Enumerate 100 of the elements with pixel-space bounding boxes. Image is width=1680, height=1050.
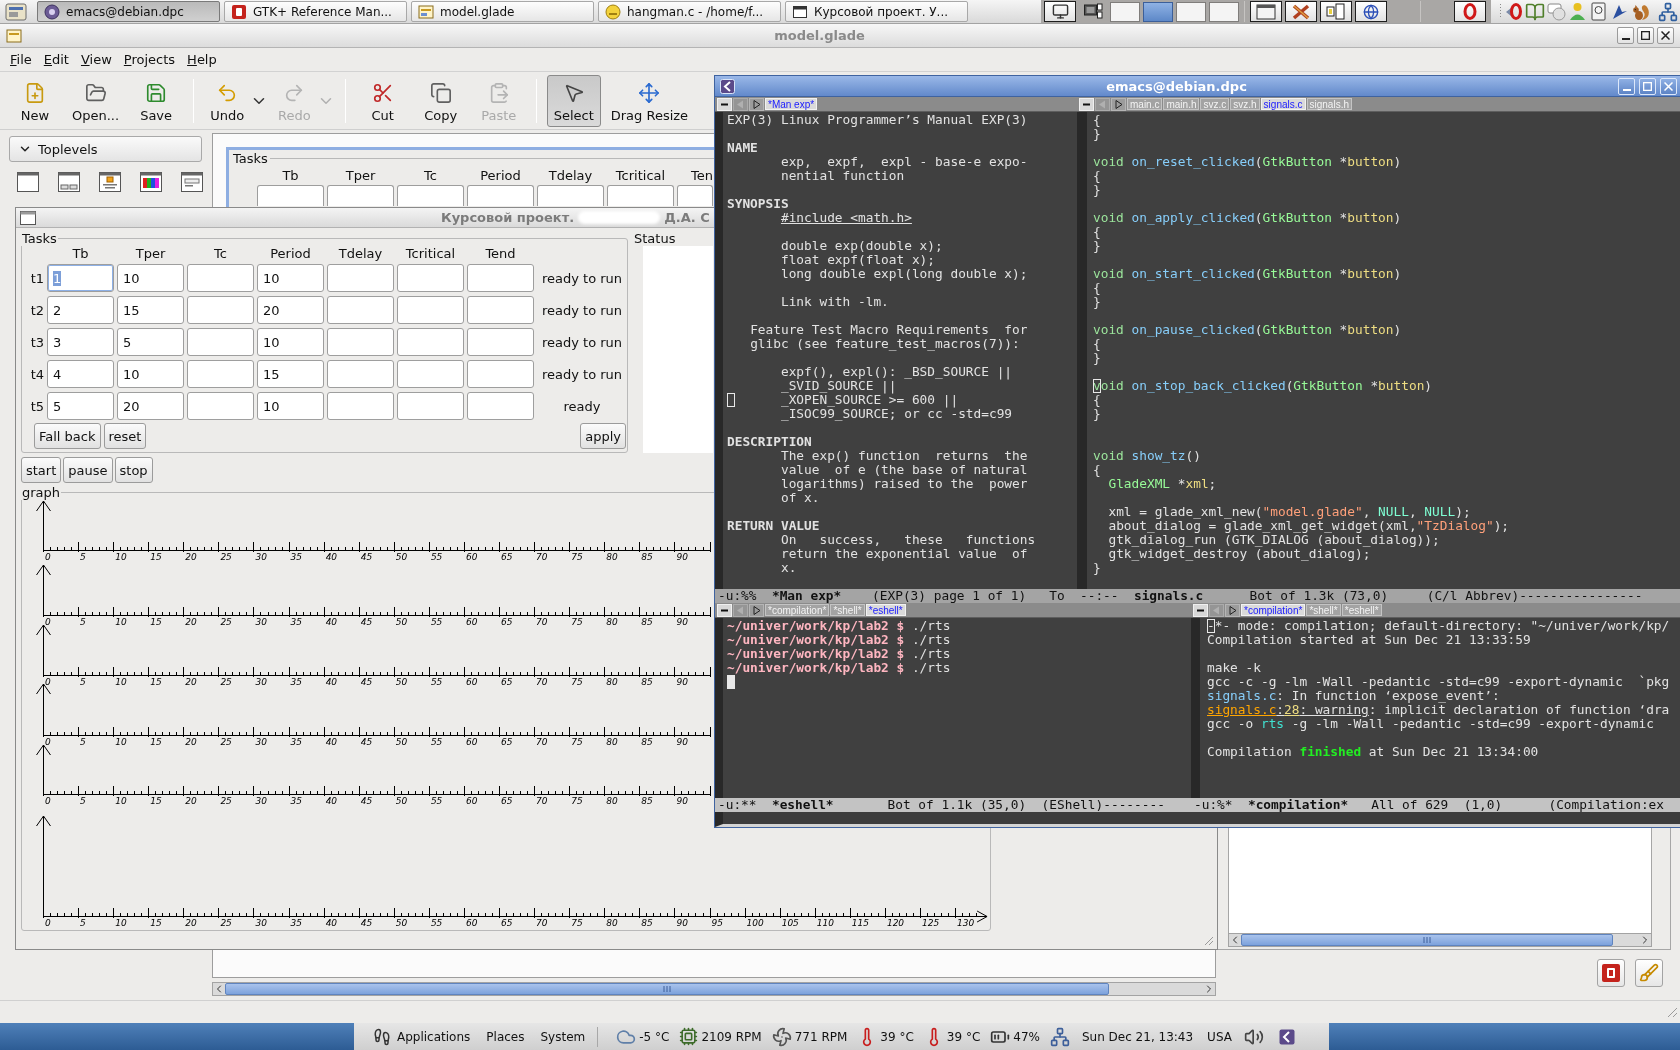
network-icon[interactable] [1658,1,1678,22]
speech-bubble-icon[interactable] [1547,2,1566,21]
minus-icon[interactable] [1079,98,1094,111]
push-button[interactable]: pause [63,457,113,483]
maximize-button[interactable] [1637,27,1654,44]
keyboard-layout[interactable]: USA [1207,1029,1232,1044]
about-dialog-icon[interactable] [98,171,122,193]
launcher-button[interactable] [1285,1,1317,22]
clear-button[interactable] [1635,959,1663,987]
panel-menu[interactable]: Places [486,1029,525,1044]
show-desktop-button[interactable] [1044,1,1076,22]
launcher-button[interactable] [1454,1,1486,22]
input-field[interactable]: 5 [47,392,114,420]
form-dialog-icon[interactable] [180,171,204,193]
window-menu-icon[interactable] [5,2,27,21]
taskbar-button[interactable]: Курсовой проект. У... [785,1,968,22]
panel-menu[interactable]: Applications [397,1029,471,1044]
entry-field[interactable] [397,185,464,206]
input-field[interactable] [397,296,464,324]
push-button[interactable]: start [21,457,62,483]
apply-button[interactable]: apply [580,423,626,449]
input-field[interactable] [187,296,254,324]
toolbar-button[interactable]: Select [546,74,601,127]
color-dialog-icon[interactable] [139,171,163,193]
input-field[interactable] [187,392,254,420]
input-field[interactable] [327,264,394,292]
input-field[interactable]: 15 [117,296,184,324]
input-field[interactable]: 10 [257,328,324,356]
input-field[interactable]: 20 [117,392,184,420]
workspace-thumbnail[interactable] [1209,1,1239,22]
input-field[interactable]: 5 [117,328,184,356]
taskbar-button[interactable]: emacs@debian.dpc [37,1,220,22]
minus-icon[interactable] [717,604,732,617]
person-icon[interactable] [1568,2,1587,21]
toolbar-button[interactable]: Save [129,74,184,127]
help-button[interactable] [1597,959,1625,987]
input-field[interactable] [327,296,394,324]
workspace-thumbnail[interactable] [1176,1,1206,22]
input-field[interactable]: 2 [47,296,114,324]
input-field[interactable]: 3 [47,328,114,356]
menu-item[interactable]: Projects [117,52,182,67]
scrollbar-thumb[interactable] [1241,934,1614,946]
workspace-thumbnail[interactable] [1143,1,1173,22]
launcher-button[interactable] [1355,1,1387,22]
toolbar-button[interactable]: Open... [66,74,126,127]
vertical-scrollbar[interactable] [1077,112,1087,589]
buffer-tab[interactable]: *eshell* [865,604,906,616]
app-icon[interactable] [1278,1028,1295,1045]
menu-item[interactable]: Edit [37,52,75,67]
input-field[interactable] [327,360,394,388]
input-field[interactable]: 10 [117,264,184,292]
input-field[interactable] [187,360,254,388]
input-field[interactable] [187,264,254,292]
panel-menu[interactable]: System [540,1029,586,1044]
minimize-button[interactable] [1617,27,1634,44]
menu-item[interactable]: View [74,52,118,67]
menu-item[interactable]: Help [181,52,223,67]
vertical-scrollbar[interactable] [1191,618,1200,798]
push-button[interactable]: Fall back [34,423,101,449]
dialog-widget-icon[interactable] [57,171,81,193]
vertical-scrollbar[interactable] [715,618,723,798]
input-field[interactable] [187,328,254,356]
resize-grip-icon[interactable] [1668,1007,1677,1017]
entry-field[interactable] [607,185,674,206]
input-field[interactable]: 10 [257,392,324,420]
push-button[interactable]: stop [114,457,153,483]
scrollbar-thumb[interactable] [225,983,1109,995]
minus-icon[interactable] [1193,604,1208,617]
input-field[interactable] [397,360,464,388]
buffer-tab[interactable]: *Man exp* [765,98,818,110]
ring-icon[interactable] [1504,2,1523,21]
input-field[interactable] [327,328,394,356]
input-field[interactable] [397,328,464,356]
toolbar-button[interactable]: New [8,74,62,127]
vertical-scrollbar[interactable] [715,112,723,589]
taskbar-button[interactable]: GTK+ Reference Man... [224,1,407,22]
toolbar-button[interactable]: Undo [204,74,251,127]
input-field[interactable] [397,392,464,420]
palette-group-header[interactable]: Toplevels [9,136,202,162]
window-widget-icon[interactable] [16,171,40,193]
clock[interactable]: Sun Dec 21, 13:43 [1081,1029,1194,1044]
toolbar-button[interactable]: Drag Resize [604,74,695,127]
minus-icon[interactable] [717,98,732,111]
buffer-tab[interactable]: signals.c [1260,98,1306,110]
taskbar-button[interactable]: hangman.c - /home/f... [598,1,781,22]
input-field[interactable] [467,264,534,292]
footprint-icon[interactable] [373,1027,391,1046]
input-field[interactable]: 20 [257,296,324,324]
input-field[interactable]: 15 [257,360,324,388]
input-field[interactable]: 10 [257,264,324,292]
entry-field[interactable] [257,185,324,206]
push-button[interactable]: reset [103,423,147,449]
input-field[interactable] [467,392,534,420]
input-field[interactable]: 10 [117,360,184,388]
speaker-icon[interactable] [1243,1026,1264,1047]
taskbar-button[interactable]: model.glade [411,1,594,22]
launcher-button[interactable] [1250,1,1282,22]
squirrel-icon[interactable] [1631,2,1650,21]
entry-field[interactable] [327,185,394,206]
close-button[interactable] [1657,27,1674,44]
